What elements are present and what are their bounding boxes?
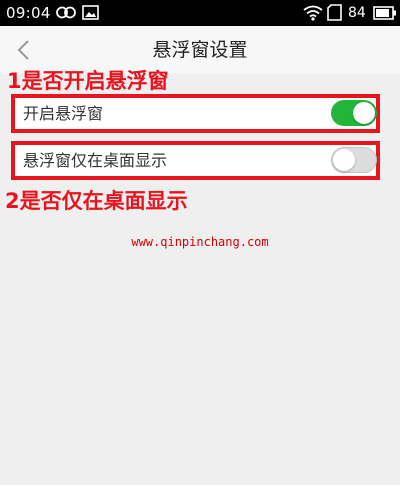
annotation-desktop-only: 2是否仅在桌面显示 <box>5 189 188 213</box>
toggle-knob <box>333 149 355 171</box>
setting-row-enable-floating-window[interactable]: 开启悬浮窗 <box>11 94 380 133</box>
page-title: 悬浮窗设置 <box>152 39 248 61</box>
toggle-knob <box>353 102 375 124</box>
status-bar: 09:04 84 <box>0 0 400 26</box>
loop-icon <box>56 6 76 19</box>
gallery-icon <box>82 5 99 20</box>
setting-label-desktop-only: 悬浮窗仅在桌面显示 <box>23 151 168 170</box>
toggle-desktop-only[interactable] <box>331 147 377 173</box>
battery-icon <box>373 6 396 20</box>
sim-card-icon <box>327 4 342 21</box>
battery-level: 84 <box>348 5 366 21</box>
toggle-enable-floating-window[interactable] <box>331 100 377 126</box>
watermark: www.qinpinchang.com <box>131 235 269 249</box>
status-time: 09:04 <box>6 4 51 22</box>
setting-row-desktop-only[interactable]: 悬浮窗仅在桌面显示 <box>11 141 380 180</box>
nav-bar: 悬浮窗设置 <box>0 26 400 74</box>
wifi-icon <box>303 5 323 21</box>
setting-label-enable-floating-window: 开启悬浮窗 <box>23 104 104 123</box>
annotation-enable-floating-window: 1是否开启悬浮窗 <box>7 69 169 93</box>
